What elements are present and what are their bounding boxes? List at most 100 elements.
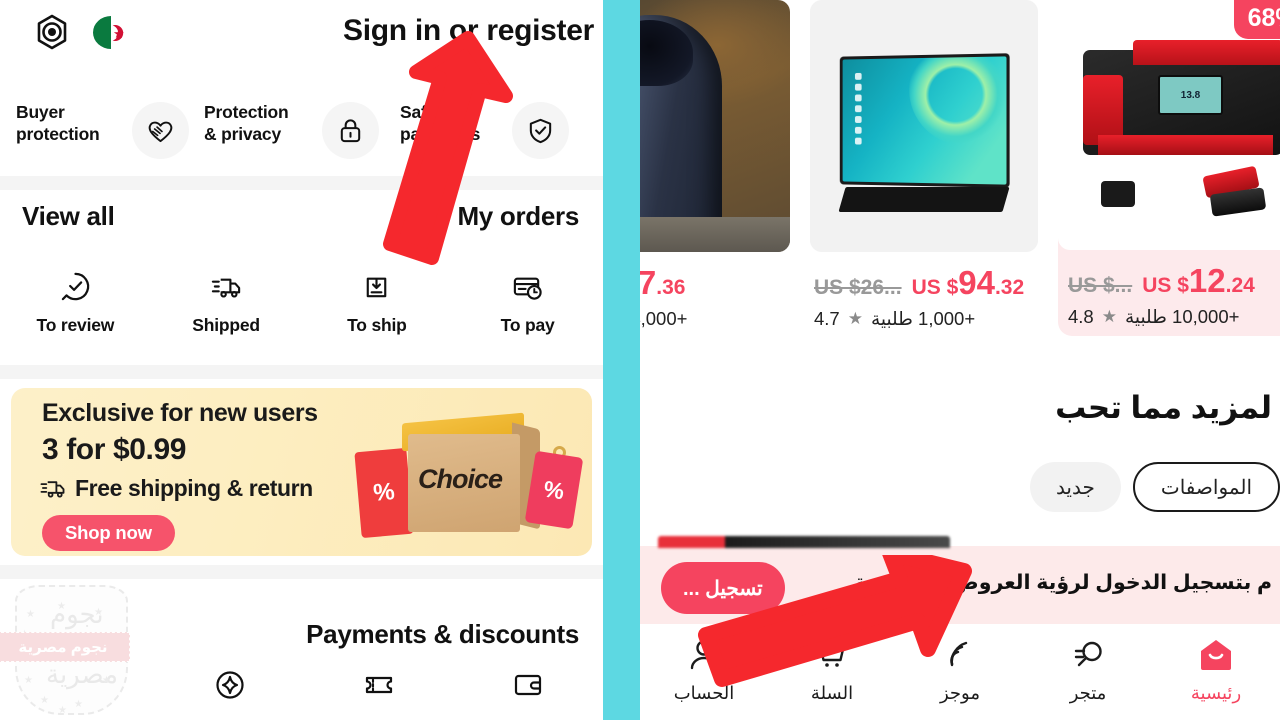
section-divider — [0, 176, 603, 190]
tab-label: متجر — [1069, 683, 1107, 703]
package-download-icon — [360, 270, 393, 308]
trust-badge-label-line2: payments — [400, 124, 481, 144]
wallet-icon — [511, 668, 545, 707]
tab-label: موجز — [940, 683, 980, 703]
currency-label: US $ — [1142, 274, 1189, 297]
order-status-label: To pay — [500, 315, 555, 335]
sign-in-or-register-title[interactable]: Sign in or register — [343, 14, 594, 48]
filter-chip-specs[interactable]: المواصفات — [1132, 462, 1280, 512]
order-status-label: To ship — [347, 315, 407, 335]
star-icon: ★ — [847, 309, 863, 328]
more-you-like-title: لمزيد مما تحب — [1055, 390, 1272, 425]
tab-label: الحساب — [673, 683, 735, 703]
bottom-tab-bar: رئيسية متجر موجز السلة الحساب — [640, 624, 1280, 720]
screenshot-root: ★ Sign in or register Buyer protection P… — [0, 0, 1280, 720]
product-price-row: US $94.32 US $26... — [810, 264, 1038, 302]
truck-icon — [210, 270, 243, 308]
login-button[interactable]: تسجيل ... — [661, 562, 785, 614]
product-card[interactable]: US $7.36 ‎.94 +4,000 طلبية ★ — [640, 0, 790, 330]
view-all-link[interactable]: View all — [22, 201, 115, 232]
product-card[interactable]: US $94.32 US $26... +1,000 طلبية ★ 4.7 — [810, 0, 1038, 330]
login-prompt-strip: م بتسجيل الدخول لرؤية العروض الشخصية تسج… — [640, 536, 1280, 624]
left-panel-account-screen: ★ Sign in or register Buyer protection P… — [0, 0, 603, 720]
gear-hex-icon[interactable] — [33, 13, 71, 51]
tab-label: السلة — [810, 683, 854, 703]
login-prompt-text: م بتسجيل الدخول لرؤية العروض الشخصية — [854, 571, 1272, 594]
section-divider — [0, 565, 603, 579]
algeria-flag-icon[interactable]: ★ — [93, 16, 129, 49]
coins-sparkle-icon — [213, 668, 247, 707]
payments-discounts-title[interactable]: Payments & discounts — [306, 619, 579, 650]
currency-label: US $ — [911, 276, 959, 299]
price-decimal: .24 — [1225, 274, 1255, 297]
right-panel-home-screen: US $7.36 ‎.94 +4,000 طلبية ★ — [640, 0, 1280, 720]
tab-feed[interactable]: موجز — [896, 624, 1024, 720]
order-status-to-pay[interactable]: To pay — [452, 270, 603, 336]
trust-badge-label-line2: & privacy — [204, 124, 281, 144]
product-rating: 4.7 — [814, 308, 840, 329]
choice-logo-text: Choice — [418, 464, 503, 494]
product-price-row: US $12.24 US $... — [1058, 262, 1280, 300]
product-card[interactable]: 13.8 68%- US $12.24 US $... — [1058, 0, 1280, 336]
order-status-shipped[interactable]: Shipped — [151, 270, 302, 336]
product-image-charger[interactable]: 13.8 68%- — [1058, 0, 1280, 250]
product-order-count: +10,000 طلبية — [1124, 306, 1240, 327]
product-price-original: US $26... — [814, 276, 902, 299]
product-price-row: US $7.36 ‎.94 — [640, 264, 790, 302]
order-status-label: To review — [36, 315, 115, 335]
trust-badge-label-line1: Safe — [400, 102, 437, 122]
lock-icon — [322, 102, 379, 159]
product-price-current: US $12.24 — [1142, 262, 1255, 300]
home-icon — [1198, 638, 1234, 677]
product-order-count: +4,000 طلبية — [640, 308, 688, 329]
product-cards-row: US $7.36 ‎.94 +4,000 طلبية ★ — [640, 0, 1280, 355]
discount-badge: 68%- — [1233, 0, 1280, 39]
filter-chip-new[interactable]: جديد — [1029, 462, 1121, 512]
order-status-to-ship[interactable]: To ship — [302, 270, 453, 336]
feed-icon — [942, 638, 978, 677]
trust-badge-label-line1: Protection — [204, 102, 289, 122]
promo-banner-wrapper: Exclusive for new users 3 for $0.99 Free… — [0, 379, 603, 565]
product-meta-row: +1,000 طلبية ★ 4.7 — [810, 308, 1038, 330]
order-status-to-review[interactable]: To review — [0, 270, 151, 336]
product-image-monitor[interactable] — [810, 0, 1038, 252]
coupon-percent-symbol: % — [372, 478, 396, 507]
promo-price: 3 for $0.99 — [42, 433, 187, 466]
coupon-graphic: % — [354, 447, 414, 539]
trust-badges-row: Buyer protection Protection & privacy Sa… — [0, 80, 603, 176]
discount-tag-graphic: % — [524, 450, 584, 530]
payments-item-wallet[interactable] — [454, 668, 603, 707]
shipping-truck-icon — [40, 476, 67, 505]
new-user-promo-banner[interactable]: Exclusive for new users 3 for $0.99 Free… — [11, 388, 592, 556]
price-integer: 12 — [1188, 262, 1226, 299]
card-clock-icon — [511, 270, 544, 308]
panel-divider-teal — [603, 0, 640, 720]
order-status-label: Shipped — [192, 315, 260, 335]
payments-item-coupons[interactable] — [304, 668, 453, 707]
shop-now-button[interactable]: Shop now — [42, 515, 175, 551]
my-orders-title[interactable]: My orders — [457, 201, 579, 232]
payments-item-coins[interactable] — [155, 668, 304, 707]
account-person-icon — [686, 638, 722, 677]
promo-headline: Exclusive for new users — [42, 399, 318, 427]
store-search-icon — [1070, 638, 1106, 677]
trust-badge-label-line2: protection — [16, 124, 100, 144]
tab-cart[interactable]: السلة — [768, 624, 896, 720]
product-price-current: US $7.36 — [640, 264, 685, 302]
tab-account[interactable]: الحساب — [640, 624, 768, 720]
product-order-count: +1,000 طلبية — [870, 308, 976, 329]
product-price-current: US $94.32 — [912, 264, 1025, 302]
trust-badge-buyer-protection[interactable]: Buyer protection — [0, 80, 150, 176]
price-decimal: .36 — [656, 276, 686, 299]
product-price-original: US $... — [1068, 274, 1133, 297]
tab-store[interactable]: متجر — [1024, 624, 1152, 720]
tab-home[interactable]: رئيسية — [1152, 624, 1280, 720]
account-header: ★ Sign in or register — [0, 0, 603, 80]
tag-percent-symbol: % — [541, 475, 567, 504]
star-icon: ★ — [1101, 307, 1117, 326]
choice-box-illustration: % Choice % — [330, 398, 584, 548]
product-image-statue[interactable] — [640, 0, 790, 252]
promo-shipping-text: Free shipping & return — [75, 475, 313, 501]
coupon-ticket-icon — [362, 668, 396, 707]
cart-icon — [814, 638, 850, 677]
